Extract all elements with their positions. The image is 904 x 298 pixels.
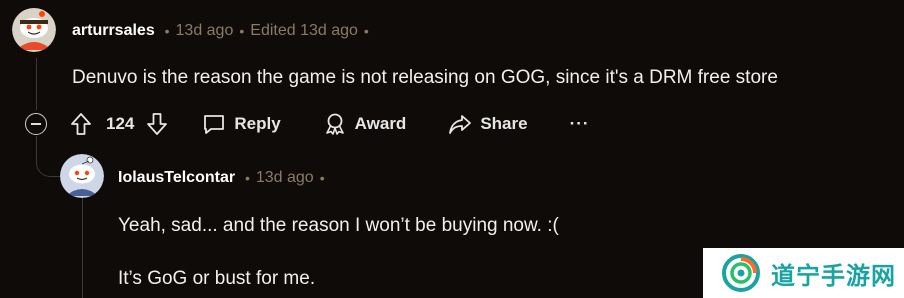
separator-dot: • <box>160 23 170 39</box>
collapse-button[interactable] <box>25 113 47 135</box>
reply-meta: IolausTelcontar • 13d ago • <box>118 166 331 190</box>
downvote-icon <box>147 113 168 135</box>
reply-timestamp[interactable]: 13d ago <box>256 169 314 187</box>
thread-branch-curve <box>36 140 63 177</box>
vote-count: 124 <box>106 114 135 133</box>
more-icon: ··· <box>569 114 590 133</box>
comment-body: Denuvo is the reason the game is not rel… <box>72 67 778 88</box>
share-label: Share <box>480 114 528 133</box>
reply-avatar[interactable] <box>60 154 104 198</box>
award-button[interactable]: Award <box>323 112 407 136</box>
upvote-icon <box>71 113 91 135</box>
avatar[interactable] <box>12 6 56 52</box>
reply-label: Reply <box>234 114 281 133</box>
comment-action-bar: 124 Reply Award Share ··· <box>70 106 590 142</box>
reply-body-line-2: It’s GoG or bust for me. <box>118 268 316 289</box>
separator-dot: • <box>363 23 369 39</box>
thread-line <box>36 58 37 110</box>
reply-button[interactable]: Reply <box>202 113 281 135</box>
comment-bubble-icon <box>204 115 225 134</box>
reply-username[interactable]: IolausTelcontar <box>118 169 235 187</box>
reply-thread-line <box>82 198 83 298</box>
separator-dot: • <box>319 170 325 186</box>
edited-label: Edited 13d ago <box>250 22 358 39</box>
minus-icon <box>31 123 41 125</box>
comment-thread: arturrsales • 13d ago • Edited 13d ago •… <box>0 0 904 298</box>
separator-dot: • <box>241 170 250 186</box>
more-options-button[interactable]: ··· <box>570 114 590 134</box>
award-label: Award <box>354 114 407 133</box>
separator-dot: • <box>239 23 245 39</box>
share-button[interactable]: Share <box>448 113 528 135</box>
username[interactable]: arturrsales <box>72 22 155 40</box>
upvote-button[interactable] <box>70 112 92 136</box>
award-icon <box>325 113 344 135</box>
downvote-button[interactable] <box>146 112 168 136</box>
vote-count-wrap: 124 <box>106 114 134 134</box>
timestamp[interactable]: 13d ago <box>176 22 234 40</box>
spiral-logo-icon <box>722 254 760 292</box>
share-icon <box>449 115 472 134</box>
watermark-text: 道宁手游网 <box>771 261 896 290</box>
comment-meta: arturrsales • 13d ago • Edited 13d ago • <box>72 19 375 43</box>
watermark: 道宁手游网 <box>703 248 904 298</box>
reply-body-line-1: Yeah, sad... and the reason I won’t be b… <box>118 215 559 236</box>
